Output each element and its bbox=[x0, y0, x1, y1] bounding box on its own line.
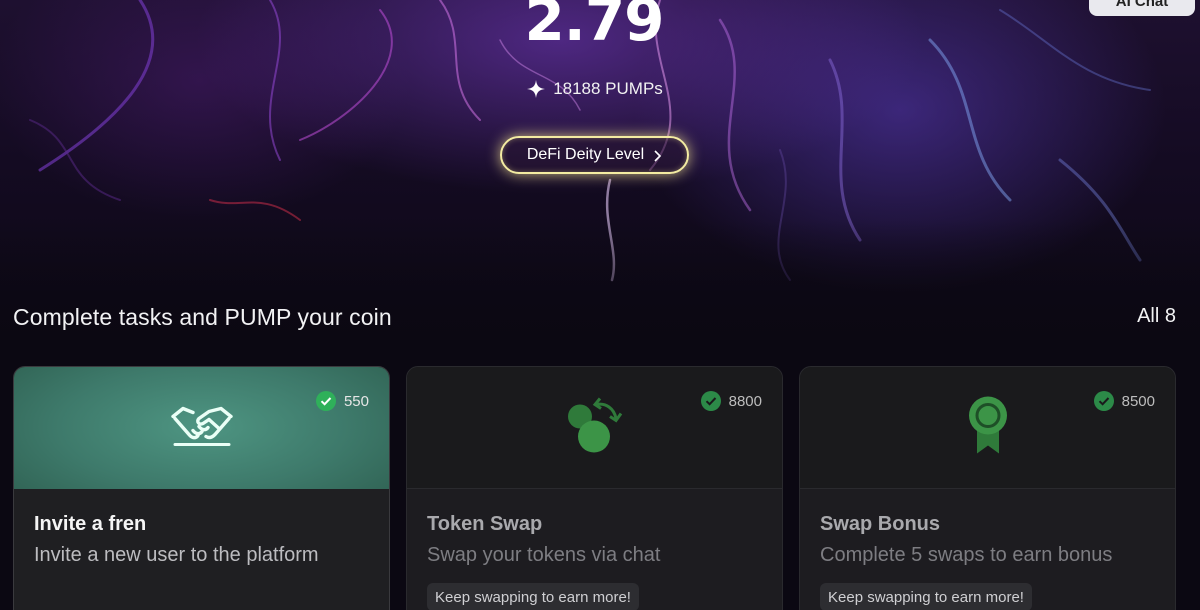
task-card-invite[interactable]: 550 Invite a fren Invite a new user to t… bbox=[13, 366, 390, 610]
task-card-title: Invite a fren bbox=[34, 513, 147, 535]
task-card-token-swap[interactable]: 8800 Token Swap Swap your tokens via cha… bbox=[406, 366, 783, 610]
reward-badge: 8800 bbox=[700, 391, 762, 411]
task-card-media: 550 bbox=[14, 367, 389, 489]
page: AI Chat 2.79 18188 PUMPs DeFi Deity Leve… bbox=[0, 0, 1200, 610]
reward-amount: 8500 bbox=[1121, 392, 1155, 410]
reward-badge: 8500 bbox=[1093, 391, 1155, 411]
sparkle-icon bbox=[527, 80, 546, 98]
reward-badge: 550 bbox=[315, 391, 369, 411]
hero-fade bbox=[0, 220, 1200, 380]
pumps-row: 18188 PUMPs bbox=[0, 78, 1190, 100]
chevron-right-icon bbox=[652, 149, 662, 162]
check-circle-icon bbox=[700, 391, 721, 411]
level-label: DeFi Deity Level bbox=[526, 146, 645, 163]
reward-amount: 8800 bbox=[728, 392, 762, 410]
task-card-description: Swap your tokens via chat bbox=[427, 544, 661, 566]
task-card-tag: Keep swapping to earn more! bbox=[427, 583, 639, 610]
task-card-media: 8800 bbox=[407, 367, 782, 489]
coin-balance: 2.79 bbox=[524, 0, 664, 54]
task-card-title: Token Swap bbox=[427, 513, 543, 535]
swap-coins-icon bbox=[564, 394, 626, 461]
task-card-swap-bonus[interactable]: 8500 Swap Bonus Complete 5 swaps to earn… bbox=[799, 366, 1176, 610]
level-button[interactable]: DeFi Deity Level bbox=[500, 136, 689, 174]
check-circle-icon bbox=[1093, 391, 1114, 411]
task-card-tag: Keep swapping to earn more! bbox=[820, 583, 1032, 610]
task-card-title: Swap Bonus bbox=[820, 513, 941, 535]
task-card-media: 8500 bbox=[800, 367, 1175, 489]
reward-amount: 550 bbox=[343, 392, 369, 410]
pumps-amount: 18188 PUMPs bbox=[553, 79, 663, 98]
all-tasks-link[interactable]: All 8 bbox=[1137, 305, 1176, 328]
handshake-icon bbox=[169, 401, 235, 456]
tasks-section-title: Complete tasks and PUMP your coin bbox=[13, 304, 392, 330]
task-card-description: Invite a new user to the platform bbox=[34, 544, 319, 566]
check-circle-icon bbox=[315, 391, 336, 411]
award-ribbon-icon bbox=[965, 395, 1011, 460]
task-card-description: Complete 5 swaps to earn bonus bbox=[820, 544, 1113, 566]
